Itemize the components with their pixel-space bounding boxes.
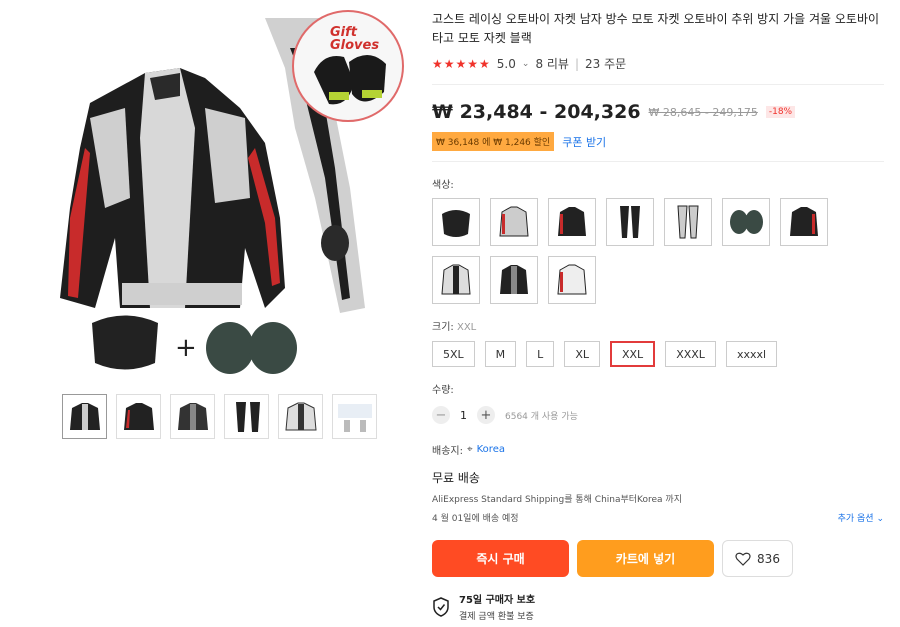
ship-to-label: 배송지: — [432, 446, 463, 457]
location-pin-icon: ⌖ — [466, 444, 473, 455]
size-option-xxxxl[interactable]: xxxxl — [725, 341, 778, 367]
quantity-decrease-button[interactable]: − — [432, 406, 450, 424]
size-option-xxl[interactable]: XXL — [609, 341, 656, 367]
ship-to-location[interactable]: Korea — [477, 444, 505, 455]
shipping-date-row: 4 월 01일에 배송 예정 추가 옵션 ⌄ — [432, 511, 884, 524]
wishlist-count: 836 — [757, 551, 780, 566]
quantity-increase-button[interactable]: + — [477, 406, 495, 424]
shield-icon — [433, 596, 449, 617]
star-rating-icon: ★★★★★ — [432, 56, 491, 71]
color-label: 색상: — [432, 180, 454, 191]
delivery-date: 4 월 01일에 배송 예정 — [432, 514, 519, 524]
size-options: 5XL M L XL XXL XXXL xxxxl — [432, 341, 884, 367]
color-option-jacket-black-red[interactable] — [780, 198, 828, 246]
quantity-value[interactable]: 1 — [460, 409, 467, 422]
heart-icon — [735, 552, 751, 566]
accessories-illustration: + — [92, 315, 297, 374]
thumbnail-size-chart[interactable] — [332, 394, 377, 439]
thumbnail-1[interactable] — [62, 394, 107, 439]
divider — [432, 161, 884, 162]
coupon-row: ₩ 36,148 에 ₩ 1,246 할인 쿠폰 받기 — [432, 132, 884, 151]
coupon-badge: ₩ 36,148 에 ₩ 1,246 할인 — [432, 132, 555, 151]
color-option-jacket-black[interactable] — [548, 198, 596, 246]
color-option-pants-white[interactable] — [664, 198, 712, 246]
size-selected-value: XXL — [456, 322, 477, 333]
color-option-pants-black[interactable] — [606, 198, 654, 246]
gift-gloves-badge: Gift Gloves — [292, 10, 404, 122]
more-shipping-options[interactable]: 추가 옵션 ⌄ — [838, 511, 884, 524]
color-swatches — [432, 198, 832, 304]
get-coupon-link[interactable]: 쿠폰 받기 — [562, 134, 606, 150]
size-option-m[interactable]: M — [484, 341, 517, 367]
color-option-jacket-black-2[interactable] — [490, 256, 538, 304]
thumbnail-2[interactable] — [116, 394, 161, 439]
color-option-knee-pads[interactable] — [722, 198, 770, 246]
chevron-down-icon[interactable]: ⌄ — [522, 59, 530, 69]
chevron-down-icon: ⌄ — [876, 514, 884, 524]
action-buttons: 즉시 구매 카트에 넣기 836 — [432, 540, 884, 577]
product-info-panel: 고스트 레이싱 오토바이 자켓 남자 방수 모토 자켓 오토바이 추위 방지 가… — [432, 0, 884, 622]
size-label-row: 크기: XXL — [432, 318, 884, 333]
thumbnail-4[interactable] — [224, 394, 269, 439]
size-option-l[interactable]: L — [526, 341, 555, 367]
rating-row: ★★★★★ 5.0 ⌄ 8 리뷰 | 23 주문 — [432, 55, 884, 72]
color-option-neck-brace[interactable] — [432, 198, 480, 246]
size-option-5xl[interactable]: 5XL — [432, 341, 475, 367]
price-row: ₩ 23,484 - 204,326 ₩ 28,645 - 249,175 -1… — [432, 101, 884, 123]
thumbnail-3[interactable] — [170, 394, 215, 439]
protection-title: 75일 구매자 보호 — [459, 595, 536, 606]
divider: | — [574, 56, 580, 71]
size-label: 크기: — [432, 322, 454, 333]
discount-badge: -18% — [765, 106, 796, 118]
divider — [432, 84, 884, 85]
shipping-description: AliExpress Standard Shipping를 통해 China부터… — [432, 495, 682, 505]
current-price: ₩ 23,484 - 204,326 — [432, 101, 641, 123]
thumbnail-5[interactable] — [278, 394, 323, 439]
size-option-xl[interactable]: XL — [564, 341, 600, 367]
add-to-cart-button[interactable]: 카트에 넣기 — [577, 540, 714, 577]
free-shipping: 무료 배송 — [432, 471, 480, 485]
jacket-illustration — [60, 68, 285, 308]
svg-text:+: + — [175, 333, 197, 363]
product-title: 고스트 레이싱 오토바이 자켓 남자 방수 모토 자켓 오토바이 추위 방지 가… — [432, 12, 880, 45]
color-option-jacket-white-3[interactable] — [548, 256, 596, 304]
ship-to-row: 배송지: ⌖ Korea — [432, 442, 884, 457]
buy-now-button[interactable]: 즉시 구매 — [432, 540, 569, 577]
original-price: ₩ 28,645 - 249,175 — [648, 105, 758, 119]
size-option-xxxl[interactable]: XXXL — [665, 341, 716, 367]
protection-subtitle: 결제 금액 환불 보증 — [459, 612, 534, 622]
review-count[interactable]: 8 리뷰 — [535, 55, 569, 72]
quantity-stepper: − 1 + 6564 개 사용 가능 — [432, 406, 884, 424]
wishlist-button[interactable]: 836 — [722, 540, 793, 577]
main-product-image[interactable]: + Gift Gloves — [30, 8, 410, 378]
quantity-label: 수량: — [432, 385, 454, 396]
order-count: 23 주문 — [585, 57, 627, 71]
color-option-jacket-white-2[interactable] — [432, 256, 480, 304]
color-option-jacket-white-red[interactable] — [490, 198, 538, 246]
thumbnail-strip — [62, 394, 377, 439]
available-stock: 6564 개 사용 가능 — [505, 411, 578, 422]
buyer-protection: 75일 구매자 보호 결제 금액 환불 보증 — [432, 591, 884, 622]
rating-value[interactable]: 5.0 — [497, 57, 516, 71]
